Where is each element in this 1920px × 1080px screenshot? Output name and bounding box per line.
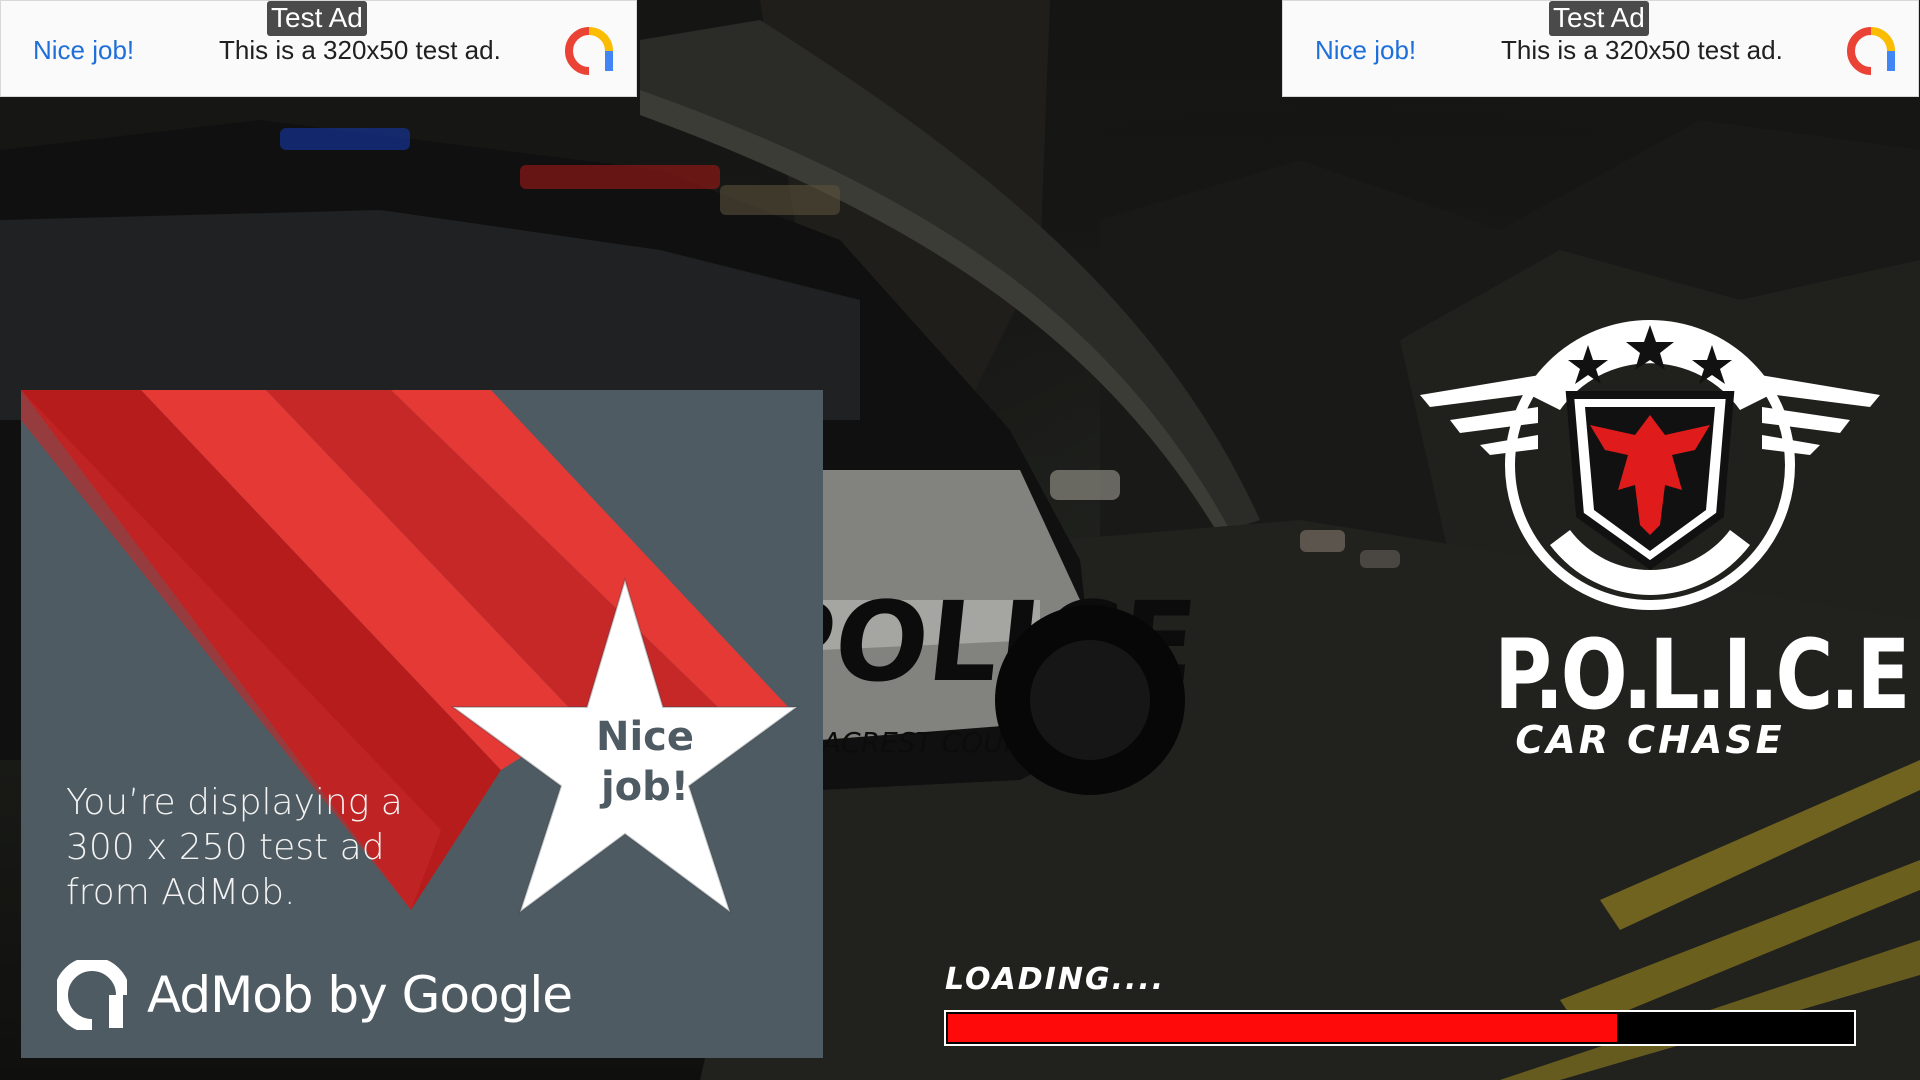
admob-brand: AdMob by Google: [57, 955, 573, 1035]
police-eagle-emblem-icon: [1420, 320, 1880, 610]
banner-nice-job-label: Nice job!: [33, 35, 135, 65]
banner-ad-left[interactable]: Nice job! This is a 320x50 test ad. Test…: [0, 0, 637, 97]
test-ad-badge: Test Ad: [1549, 1, 1649, 36]
loading-label: LOADING....: [945, 962, 1166, 997]
admob-test-ad-300x250[interactable]: Nice job! You’re displaying a 300 x 250 …: [21, 390, 823, 1058]
admob-brand-text: AdMob by Google: [147, 966, 573, 1024]
admob-logo-icon: [1847, 27, 1895, 75]
banner-nice-job-label: Nice job!: [1315, 35, 1417, 65]
banner-description: This is a 320x50 test ad.: [1501, 35, 1783, 65]
game-subtitle: CAR CHASE: [1515, 718, 1785, 762]
admob-logo-icon: [565, 27, 613, 75]
loading-progress-fill: [948, 1014, 1617, 1042]
banner-ad-right[interactable]: Nice job! This is a 320x50 test ad. Test…: [1282, 0, 1919, 97]
game-title: P.O.L.I.C.E: [1494, 619, 1910, 731]
banner-description: This is a 320x50 test ad.: [219, 35, 501, 65]
star-nice-job-text: Nice job!: [595, 714, 695, 810]
test-ad-badge: Test Ad: [267, 1, 367, 36]
ad-message: You’re displaying a 300 x 250 test ad fr…: [66, 782, 403, 913]
loading-progress-bar: [944, 1010, 1856, 1046]
admob-mark-icon: [57, 960, 127, 1030]
